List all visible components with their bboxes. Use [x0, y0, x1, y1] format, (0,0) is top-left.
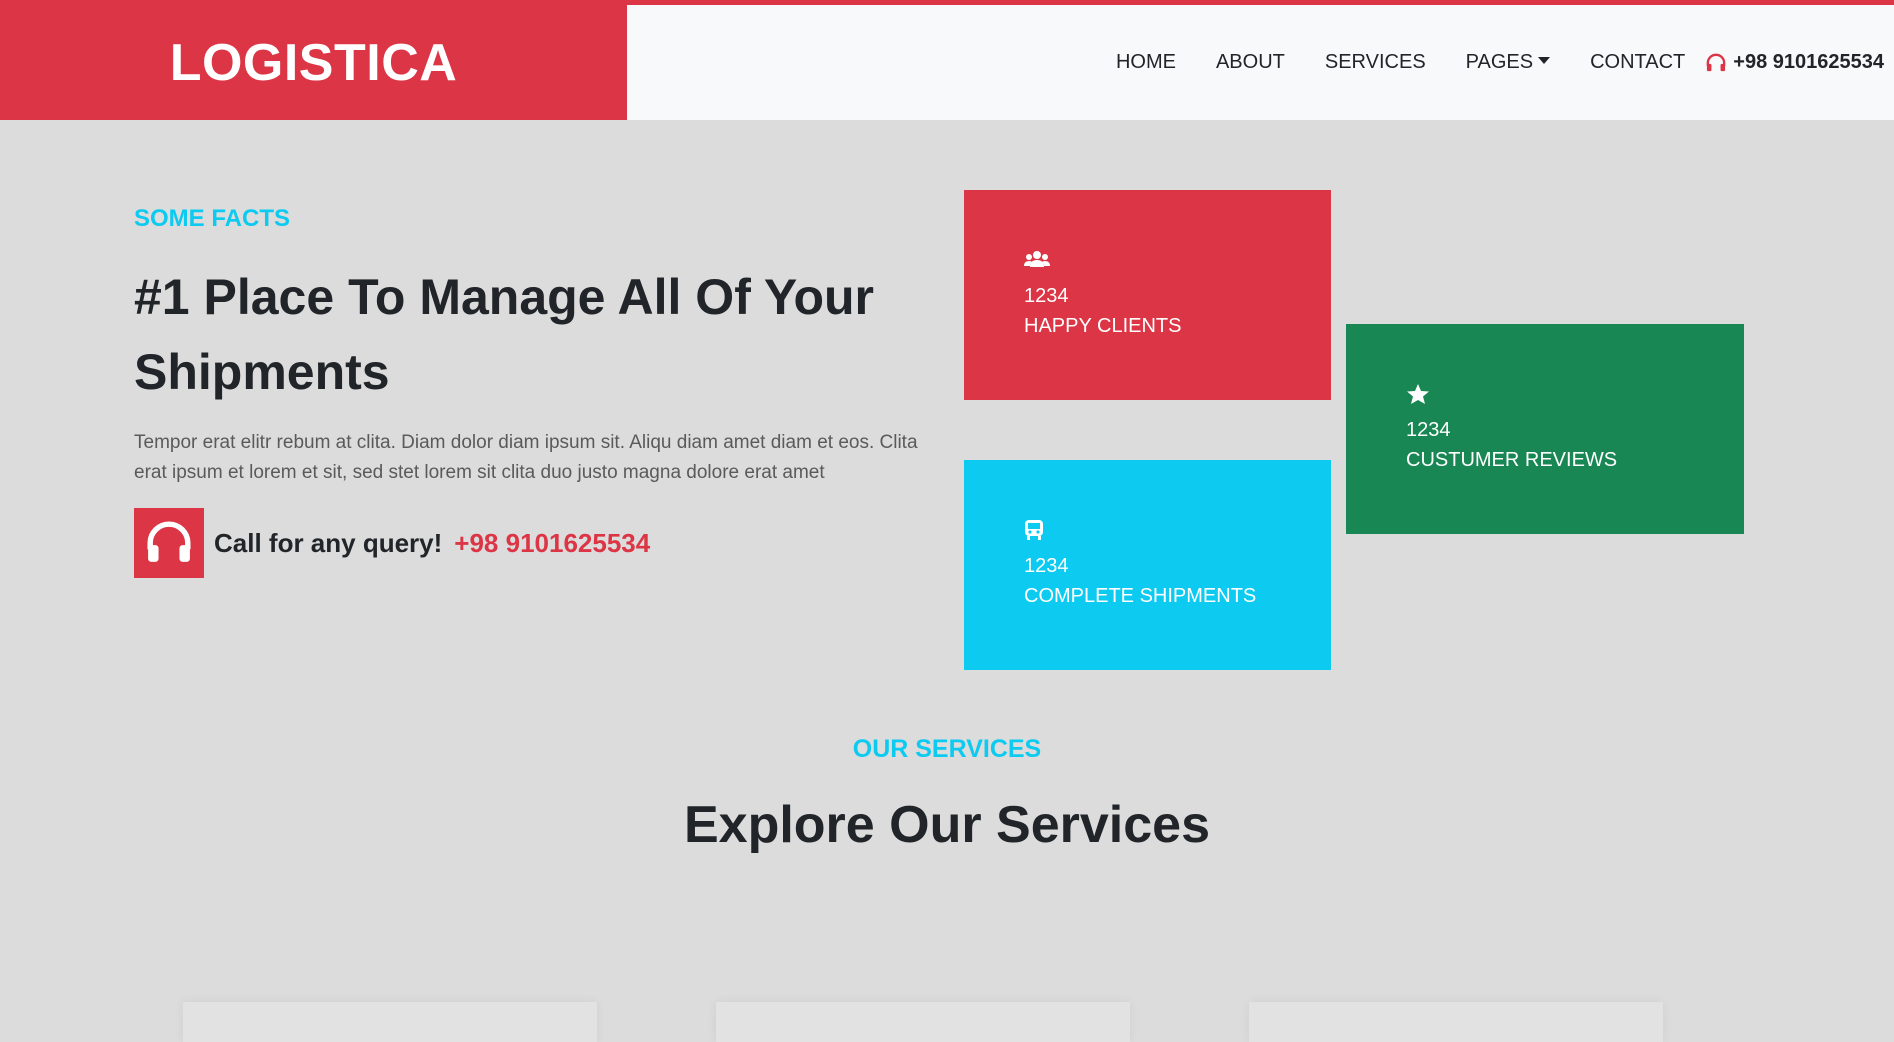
- nav-phone-number: +98 9101625534: [1733, 51, 1884, 73]
- service-card[interactable]: [1249, 1002, 1663, 1042]
- complete-shipments-number: 1234: [1024, 555, 1069, 577]
- users-icon: [1024, 249, 1331, 273]
- fact-card-happy-clients: 1234 HAPPY CLIENTS: [964, 190, 1331, 400]
- nav-pages-dropdown[interactable]: PAGES: [1465, 51, 1551, 74]
- brand-area: LOGISTICA: [0, 5, 627, 120]
- nav-phone: +98 9101625534: [1705, 51, 1884, 74]
- service-card[interactable]: [716, 1002, 1130, 1042]
- navbar: LOGISTICA HOME ABOUT SERVICES PAGES CONT…: [0, 5, 1894, 120]
- happy-clients-number: 1234: [1024, 285, 1069, 307]
- fact-card-customer-reviews: 1234 CUSTUMER REVIEWS: [1346, 324, 1744, 534]
- headphones-icon: [1706, 53, 1726, 71]
- nav-services[interactable]: SERVICES: [1325, 51, 1426, 74]
- brand-logo[interactable]: LOGISTICA: [170, 33, 458, 93]
- fact-card-complete-shipments: 1234 COMPLETE SHIPMENTS: [964, 460, 1331, 670]
- facts-subtitle: SOME FACTS: [134, 205, 291, 232]
- nav-contact[interactable]: CONTACT: [1590, 51, 1685, 74]
- service-card[interactable]: [183, 1002, 597, 1042]
- nav-about[interactable]: ABOUT: [1216, 51, 1285, 74]
- facts-section: SOME FACTS #1 Place To Manage All Of You…: [0, 120, 1894, 680]
- nav-home[interactable]: HOME: [1116, 51, 1176, 74]
- query-icon-box: [134, 508, 204, 578]
- services-section: OUR SERVICES Explore Our Services: [0, 680, 1894, 1042]
- query-label: Call for any query!: [214, 527, 443, 558]
- facts-headline: #1 Place To Manage All Of Your Shipments: [134, 269, 875, 400]
- headphones-icon: [147, 521, 191, 562]
- call-query: Call for any query! +98 9101625534: [134, 508, 650, 578]
- star-icon: [1406, 383, 1744, 407]
- services-subtitle: OUR SERVICES: [852, 735, 1042, 763]
- happy-clients-label: HAPPY CLIENTS: [1024, 315, 1182, 337]
- customer-reviews-label: CUSTUMER REVIEWS: [1406, 449, 1618, 471]
- customer-reviews-number: 1234: [1406, 419, 1451, 441]
- query-phone-link[interactable]: +98 9101625534: [454, 528, 650, 559]
- truck-icon: [1024, 519, 1331, 543]
- complete-shipments-label: COMPLETE SHIPMENTS: [1024, 585, 1257, 607]
- caret-down-icon: [1538, 57, 1551, 64]
- nav-menu: HOME ABOUT SERVICES PAGES CONTACT +98 91…: [1076, 5, 1884, 120]
- facts-paragraph: Tempor erat elitr rebum at clita. Diam d…: [134, 432, 918, 483]
- nav-pages-label: PAGES: [1465, 51, 1534, 73]
- services-title: Explore Our Services: [683, 796, 1211, 854]
